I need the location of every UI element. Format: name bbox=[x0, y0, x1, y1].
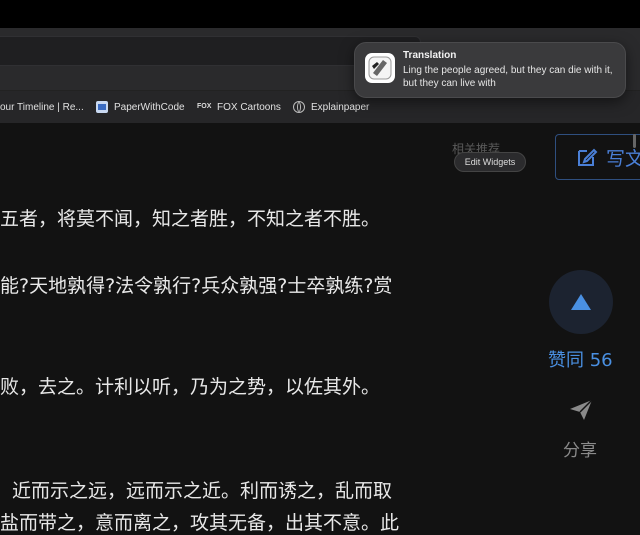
bookmark-explainpaper[interactable]: Explainpaper bbox=[293, 91, 369, 123]
article-line: 五者，将莫不闻，知之者胜，不知之者不胜。 bbox=[0, 208, 381, 230]
write-article-button[interactable]: 写文 bbox=[555, 134, 640, 180]
edit-widgets-button[interactable]: Edit Widgets bbox=[454, 152, 526, 172]
bookmark-label: Explainpaper bbox=[311, 101, 370, 113]
article-line: 盐而带之，意而离之，攻其无备，出其不意。此 bbox=[0, 512, 400, 534]
article-line: 近而示之远，远而示之近。利而诱之，乱而取 bbox=[12, 480, 393, 502]
menu-bar bbox=[0, 0, 640, 28]
upvote-count[interactable]: 赞同 56 bbox=[548, 346, 613, 372]
share-button-label[interactable]: 分享 bbox=[563, 436, 597, 461]
upvote-button[interactable] bbox=[549, 270, 613, 334]
article-line: 能?天地孰得?法令孰行?兵众孰强?士卒孰练?赏 bbox=[0, 275, 393, 297]
article-line: 败，去之。计利以听，乃为之势，以佐其外。 bbox=[0, 376, 381, 398]
paperwithcode-icon bbox=[96, 101, 108, 113]
globe-icon bbox=[293, 101, 305, 113]
bookmark-fox-cartoons[interactable]: FOX FOX Cartoons bbox=[197, 91, 281, 123]
bookmark-label: PaperWithCode bbox=[114, 101, 185, 113]
fox-icon: FOX bbox=[197, 103, 212, 110]
translation-notification[interactable]: Translation Ling the people agreed, but … bbox=[354, 42, 626, 98]
translate-app-icon bbox=[365, 53, 395, 83]
notification-title: Translation bbox=[403, 50, 457, 61]
bookmark-label: FOX Cartoons bbox=[217, 101, 281, 113]
edit-icon bbox=[578, 148, 598, 166]
bookmark-paperwithcode[interactable]: PaperWithCode bbox=[96, 91, 185, 123]
scrollbar-thumb[interactable] bbox=[633, 134, 636, 148]
paper-plane-icon[interactable] bbox=[568, 398, 594, 422]
bookmark-label: our Timeline | Re... bbox=[0, 101, 84, 113]
notification-body: Ling the people agreed, but they can die… bbox=[403, 65, 613, 89]
bookmark-timeline[interactable]: our Timeline | Re... bbox=[0, 91, 84, 123]
article-area bbox=[0, 123, 640, 524]
triangle-up-icon bbox=[571, 294, 591, 310]
